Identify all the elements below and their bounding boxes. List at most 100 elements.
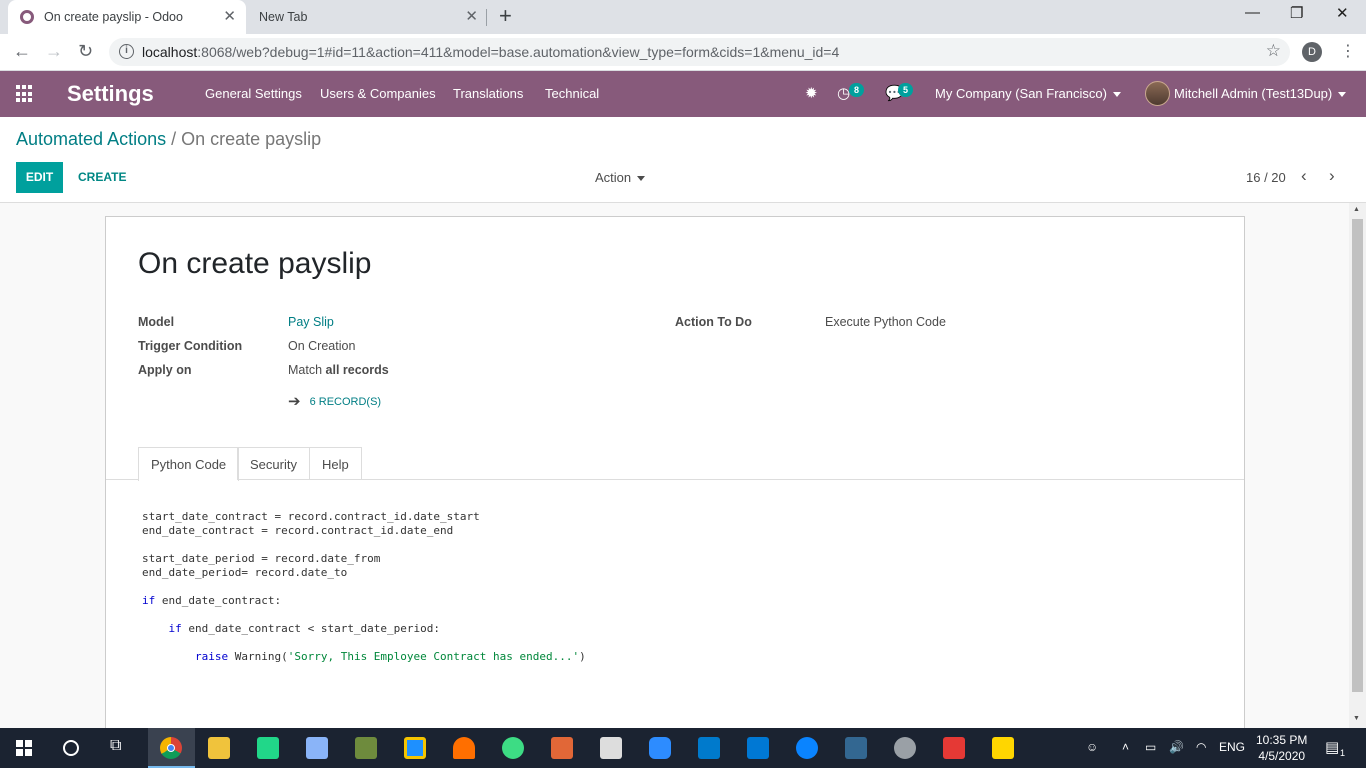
apps-grid-icon[interactable] — [16, 85, 34, 103]
activity-clock-icon[interactable]: ◷ — [837, 84, 850, 102]
virtualbox-icon[interactable] — [306, 737, 328, 759]
model-label: Model — [138, 315, 175, 329]
profile-avatar[interactable]: D — [1302, 42, 1322, 62]
app-icon[interactable] — [404, 737, 426, 759]
notebook-tabs: Python Code Security Help — [106, 447, 1244, 481]
app-brand[interactable]: Settings — [67, 81, 154, 107]
arrow-right-icon: ➔ — [288, 393, 301, 410]
model-value-link[interactable]: Pay Slip — [288, 315, 334, 329]
pgadmin-icon[interactable] — [845, 737, 867, 759]
language-indicator[interactable]: ENG — [1219, 740, 1245, 754]
user-avatar[interactable] — [1145, 81, 1170, 106]
caret-down-icon — [1338, 92, 1347, 98]
page-scrollbar[interactable]: ▲ ▼ — [1349, 203, 1366, 728]
mail-icon[interactable] — [747, 737, 769, 759]
create-button[interactable]: CREATE — [78, 170, 126, 184]
caret-down-icon — [1112, 92, 1121, 98]
tab-python-code[interactable]: Python Code — [138, 447, 240, 481]
close-tab-icon[interactable]: ✕ — [223, 9, 236, 25]
forward-icon[interactable]: → — [45, 42, 63, 60]
browser-tab-bar: On create payslip - Odoo ✕ New Tab ✕ + —… — [0, 0, 1366, 34]
breadcrumb: Automated Actions / On create payslip — [16, 129, 321, 150]
records-smart-button[interactable]: ➔ 6 RECORD(S) — [288, 392, 381, 410]
control-panel: Automated Actions / On create payslip EDIT… — [0, 117, 1366, 203]
browser-tab-active[interactable]: On create payslip - Odoo ✕ — [8, 0, 246, 34]
trigger-condition-label: Trigger Condition — [138, 339, 243, 353]
back-icon[interactable]: ← — [13, 42, 31, 60]
breadcrumb-current: On create payslip — [181, 129, 322, 149]
zoom-icon[interactable] — [649, 737, 671, 759]
menu-translations[interactable]: Translations — [453, 86, 523, 101]
tab-separator — [486, 9, 487, 26]
close-window-icon[interactable]: ✕ — [1336, 4, 1349, 22]
tab-security[interactable]: Security — [237, 447, 310, 480]
people-icon[interactable]: ☺ — [1086, 740, 1098, 754]
windows-taskbar: ⧉ ☺ ˄ ▭ 🔊 ◠ ENG 10:35 PM 4/5/2020 ▤ 1 — [0, 728, 1366, 768]
battery-icon[interactable]: ▭ — [1145, 740, 1156, 754]
action-dropdown[interactable]: Action — [595, 170, 646, 185]
address-bar-row: ← → ↻ i localhost:8068/web?debug=1#id=11… — [0, 34, 1366, 71]
calendar-icon[interactable] — [600, 737, 622, 759]
minimize-icon[interactable]: — — [1245, 4, 1260, 21]
company-switcher[interactable]: My Company (San Francisco) — [935, 86, 1121, 101]
pycharm-icon[interactable] — [257, 737, 279, 759]
file-explorer-icon[interactable] — [208, 737, 230, 759]
system-clock[interactable]: 10:35 PM 4/5/2020 — [1256, 732, 1307, 764]
odoo-navbar: Settings General Settings Users & Compan… — [0, 71, 1366, 117]
volume-icon[interactable]: 🔊 — [1169, 740, 1184, 754]
tray-chevron-up-icon[interactable]: ˄ — [1122, 740, 1129, 754]
browser-menu-icon[interactable]: ⋮ — [1340, 41, 1356, 61]
breadcrumb-separator: / — [171, 129, 177, 149]
tab-help[interactable]: Help — [309, 447, 362, 480]
scroll-down-icon[interactable]: ▼ — [1353, 715, 1360, 722]
odoo-favicon-icon — [20, 10, 34, 24]
menu-users-companies[interactable]: Users & Companies — [320, 86, 436, 101]
url-field[interactable]: i localhost:8068/web?debug=1#id=11&actio… — [109, 38, 1290, 66]
apply-on-label: Apply on — [138, 363, 192, 377]
windows-start-icon[interactable] — [16, 740, 32, 756]
pager-previous-icon[interactable]: ‹ — [1301, 166, 1307, 186]
record-title: On create payslip — [138, 247, 372, 280]
vscode-icon[interactable] — [698, 737, 720, 759]
menu-technical[interactable]: Technical — [545, 86, 599, 101]
sticky-notes-icon[interactable] — [992, 737, 1014, 759]
pager-value[interactable]: 16 / 20 — [1246, 170, 1286, 185]
anydesk-icon[interactable] — [943, 737, 965, 759]
messages-count-badge: 5 — [898, 83, 913, 97]
matlab-icon[interactable] — [551, 737, 573, 759]
python-code-editor[interactable]: start_date_contract = record.contract_id… — [142, 510, 586, 664]
new-tab-button[interactable]: + — [499, 5, 512, 27]
maps-icon[interactable] — [796, 737, 818, 759]
scroll-up-icon[interactable]: ▲ — [1353, 206, 1360, 213]
pager-next-icon[interactable]: › — [1329, 166, 1335, 186]
breadcrumb-automated-actions[interactable]: Automated Actions — [16, 129, 166, 149]
chrome-taskbar-active[interactable] — [148, 728, 195, 768]
bookmark-star-icon[interactable]: ☆ — [1266, 41, 1281, 61]
debug-bug-icon[interactable]: ✹ — [805, 84, 818, 102]
activity-count-badge: 8 — [849, 83, 864, 97]
site-info-icon[interactable]: i — [119, 44, 134, 59]
apply-on-value: Match all records — [288, 363, 389, 377]
close-tab-icon[interactable]: ✕ — [465, 9, 478, 25]
app-icon[interactable] — [453, 737, 475, 759]
restore-icon[interactable]: ❐ — [1290, 4, 1303, 22]
task-view-icon[interactable]: ⧉ — [110, 737, 121, 755]
settings-gear-icon[interactable] — [894, 737, 916, 759]
action-to-do-value: Execute Python Code — [825, 315, 946, 329]
browser-tab-new[interactable]: New Tab ✕ — [246, 0, 486, 34]
menu-general-settings[interactable]: General Settings — [205, 86, 302, 101]
caret-down-icon — [637, 176, 646, 182]
action-to-do-label: Action To Do — [675, 315, 752, 329]
action-center-icon[interactable]: ▤ — [1325, 738, 1339, 756]
app-icon[interactable] — [355, 737, 377, 759]
android-studio-icon[interactable] — [502, 737, 524, 759]
wifi-icon[interactable]: ◠ — [1196, 740, 1206, 754]
edit-button[interactable]: EDIT — [16, 162, 63, 193]
notification-count: 1 — [1340, 748, 1346, 758]
trigger-condition-value: On Creation — [288, 339, 356, 353]
search-circle-icon[interactable] — [63, 740, 79, 756]
scrollbar-thumb[interactable] — [1352, 219, 1363, 692]
user-menu[interactable]: Mitchell Admin (Test13Dup) — [1174, 86, 1347, 101]
reload-icon[interactable]: ↻ — [78, 42, 93, 60]
form-sheet: On create payslip Model Pay Slip Trigger… — [105, 216, 1245, 736]
